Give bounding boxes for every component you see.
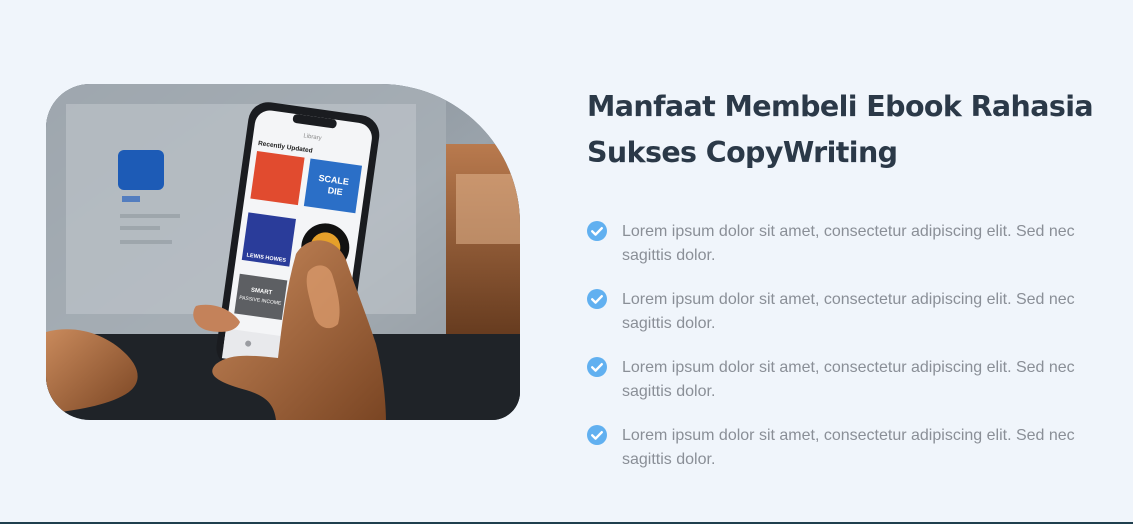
list-item: Lorem ipsum dolor sit amet, consectetur … bbox=[587, 424, 1107, 492]
benefit-text: Lorem ipsum dolor sit amet, consectetur … bbox=[622, 223, 1075, 264]
check-circle-icon bbox=[587, 357, 607, 377]
list-item: Lorem ipsum dolor sit amet, consectetur … bbox=[587, 220, 1107, 288]
list-item: Lorem ipsum dolor sit amet, consectetur … bbox=[587, 356, 1107, 424]
benefit-text: Lorem ipsum dolor sit amet, consectetur … bbox=[622, 427, 1075, 468]
benefits-section: Library Recently Updated SCALE DIE LEWIS… bbox=[0, 0, 1133, 524]
check-circle-icon bbox=[587, 221, 607, 241]
benefit-list: Lorem ipsum dolor sit amet, consectetur … bbox=[587, 220, 1107, 492]
check-circle-icon bbox=[587, 289, 607, 309]
section-heading: Manfaat Membeli Ebook Rahasia Sukses Cop… bbox=[587, 90, 1094, 169]
list-item: Lorem ipsum dolor sit amet, consectetur … bbox=[587, 288, 1107, 356]
svg-text:DIE: DIE bbox=[327, 185, 343, 197]
check-circle-icon bbox=[587, 425, 607, 445]
benefit-text: Lorem ipsum dolor sit amet, consectetur … bbox=[622, 291, 1075, 332]
phone-ebook-photo: Library Recently Updated SCALE DIE LEWIS… bbox=[46, 84, 520, 420]
benefit-text: Lorem ipsum dolor sit amet, consectetur … bbox=[622, 359, 1075, 400]
